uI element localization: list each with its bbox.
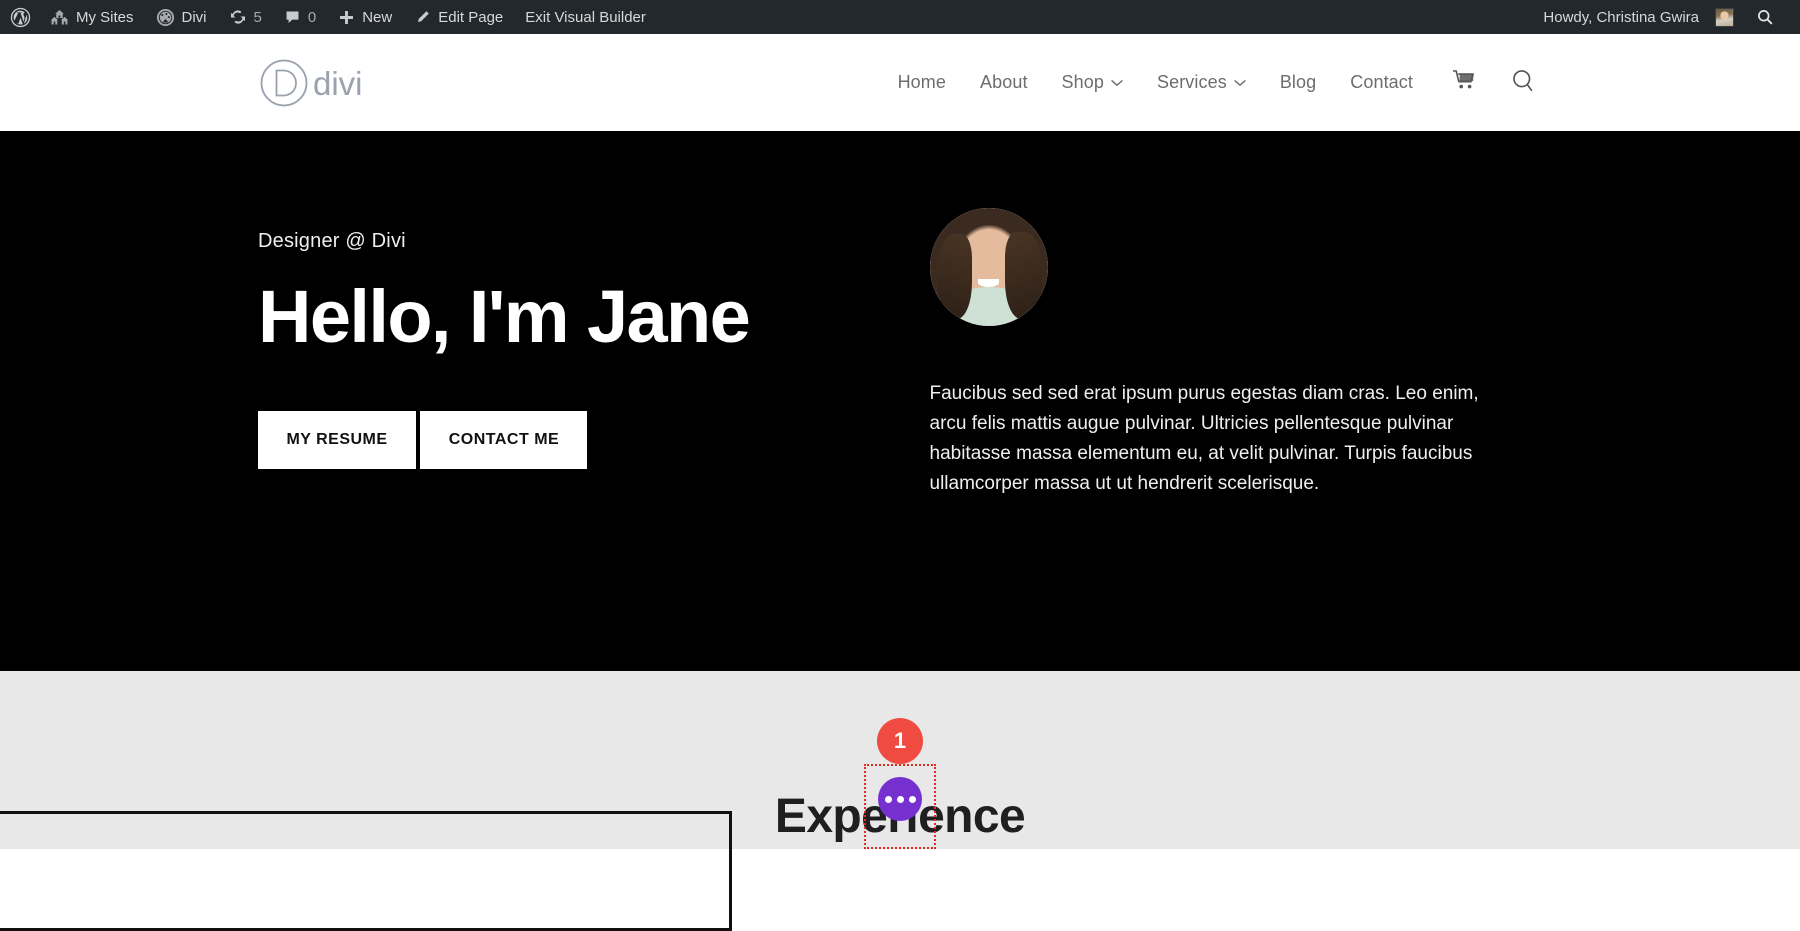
- admin-bar-my-sites-label: My Sites: [76, 8, 134, 26]
- page-title: Hello, I'm Jane: [258, 275, 751, 358]
- new-plus-icon: [338, 9, 355, 26]
- nav-item-shop-label: Shop: [1061, 72, 1104, 92]
- admin-bar-comments[interactable]: 0: [273, 0, 327, 34]
- admin-bar-search-button[interactable]: [1742, 8, 1786, 26]
- search-icon: [1511, 68, 1536, 98]
- hero-section: Designer @ Divi Hello, I'm Jane MY RESUM…: [0, 131, 1800, 671]
- admin-bar-howdy-label: Howdy, Christina Gwira: [1543, 8, 1699, 26]
- nav-item-services-label: Services: [1157, 72, 1227, 92]
- updates-icon: [229, 8, 247, 26]
- avatar: [1715, 7, 1734, 27]
- my-sites-icon: [50, 9, 69, 26]
- nav-item-shop[interactable]: Shop: [1045, 72, 1140, 93]
- vb-step-badge: 1: [877, 718, 923, 764]
- admin-bar-edit-page-label: Edit Page: [438, 8, 504, 26]
- nav-item-home[interactable]: Home: [881, 72, 963, 93]
- nav-item-about[interactable]: About: [963, 72, 1045, 93]
- ellipsis-dot-icon: [884, 795, 892, 803]
- wordpress-logo-menu[interactable]: [0, 0, 39, 34]
- chevron-down-icon: [1111, 79, 1123, 87]
- hero-container: Designer @ Divi Hello, I'm Jane MY RESUM…: [258, 131, 1548, 671]
- nav-item-contact-label: Contact: [1350, 72, 1413, 92]
- admin-bar-updates[interactable]: 5: [218, 0, 273, 34]
- hero-kicker: Designer @ Divi: [258, 230, 406, 252]
- admin-bar-account[interactable]: Howdy, Christina Gwira: [1533, 0, 1742, 34]
- vb-module-outline: [0, 811, 732, 931]
- svg-text:divi: divi: [313, 65, 363, 102]
- search-icon: [1756, 8, 1774, 26]
- admin-bar-edit-page[interactable]: Edit Page: [403, 0, 514, 34]
- nav-item-about-label: About: [980, 72, 1028, 92]
- wordpress-logo-icon: [10, 7, 31, 28]
- profile-photo: [929, 208, 1048, 326]
- contact-me-button[interactable]: CONTACT ME: [420, 410, 588, 469]
- admin-bar-divi[interactable]: Divi: [145, 0, 218, 34]
- admin-bar-new-label: New: [362, 8, 393, 26]
- vb-module-settings-button[interactable]: [878, 777, 922, 821]
- primary-navigation: Home About Shop Services Blog Contact: [881, 68, 1542, 98]
- hero-buttons: MY RESUME CONTACT ME: [258, 410, 877, 511]
- admin-bar-new[interactable]: New: [327, 0, 403, 34]
- admin-bar-comments-count: 0: [307, 8, 317, 26]
- my-resume-button[interactable]: MY RESUME: [258, 410, 416, 469]
- shopping-cart-button[interactable]: [1430, 69, 1493, 96]
- ellipsis-dot-icon: [896, 795, 904, 803]
- hero-left-column: Designer @ Divi Hello, I'm Jane MY RESUM…: [258, 131, 877, 671]
- divi-icon: [156, 8, 175, 27]
- site-search-button[interactable]: [1493, 68, 1542, 98]
- wp-admin-bar: My Sites Divi 5 0 New Edit Page Exit Vis…: [0, 0, 1800, 34]
- chevron-down-icon: [1234, 79, 1246, 87]
- hero-paragraph: Faucibus sed sed erat ipsum purus egesta…: [929, 383, 1479, 495]
- admin-bar-right-group: Howdy, Christina Gwira: [1533, 0, 1800, 34]
- nav-item-services[interactable]: Services: [1140, 72, 1263, 93]
- site-header: divi Home About Shop Services Blog Conta…: [0, 34, 1800, 131]
- shopping-cart-icon: [1452, 69, 1477, 96]
- admin-bar-divi-label: Divi: [181, 8, 207, 26]
- comments-icon: [284, 9, 301, 26]
- nav-item-blog[interactable]: Blog: [1263, 72, 1333, 93]
- admin-bar-exit-visual-builder-label: Exit Visual Builder: [525, 8, 646, 26]
- ellipsis-dot-icon: [908, 795, 916, 803]
- admin-bar-exit-visual-builder[interactable]: Exit Visual Builder: [514, 0, 657, 34]
- hero-right-column: Faucibus sed sed erat ipsum purus egesta…: [929, 131, 1549, 671]
- site-logo[interactable]: divi: [258, 58, 376, 108]
- nav-item-contact[interactable]: Contact: [1333, 72, 1430, 93]
- nav-item-blog-label: Blog: [1279, 72, 1317, 92]
- admin-bar-my-sites[interactable]: My Sites: [39, 0, 145, 34]
- admin-bar-updates-count: 5: [253, 8, 262, 26]
- admin-bar-left-group: My Sites Divi 5 0 New Edit Page Exit Vis…: [0, 0, 657, 34]
- nav-item-home-label: Home: [897, 72, 946, 92]
- edit-pencil-icon: [414, 9, 431, 26]
